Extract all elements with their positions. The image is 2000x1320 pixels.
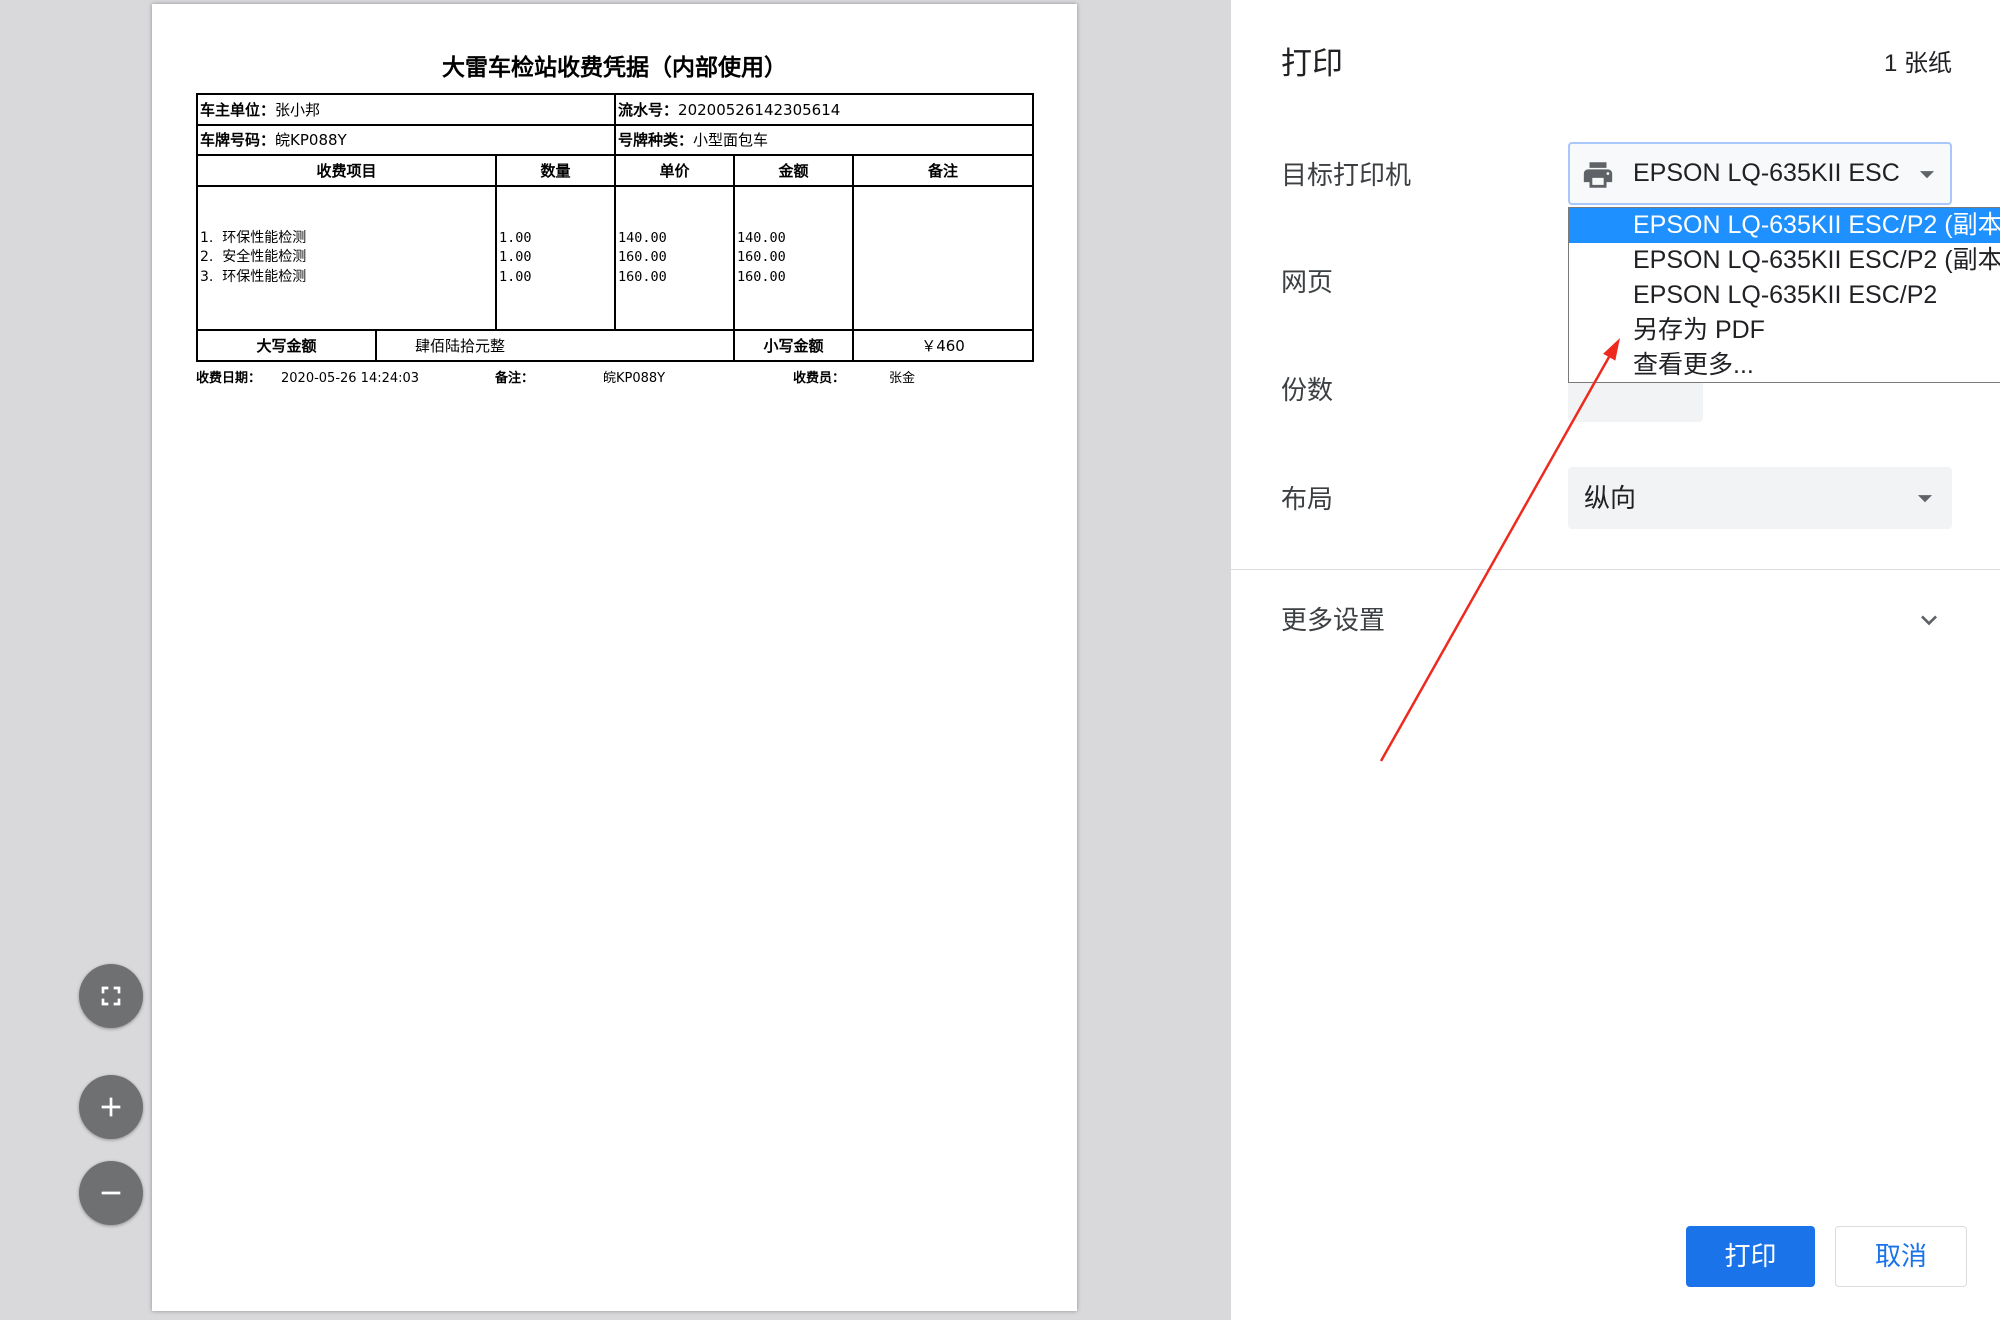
column-header: 数量: [494, 154, 617, 187]
zoom-out-button[interactable]: [79, 1161, 143, 1225]
zoom-in-button[interactable]: [79, 1075, 143, 1139]
print-button[interactable]: 打印: [1686, 1226, 1815, 1287]
column-header: 金额: [733, 154, 855, 187]
fit-to-page-button[interactable]: [79, 964, 143, 1028]
pages-label: 网页: [1281, 267, 1334, 297]
item-name: 3. 环保性能检测: [200, 268, 307, 285]
serial-value: 20200526142305614: [678, 100, 841, 119]
save-as-pdf-option[interactable]: 另存为 PDF: [1569, 313, 2000, 348]
destination-select[interactable]: EPSON LQ-635KII ESC: [1568, 142, 1952, 205]
plate-label: 车牌号码：: [200, 131, 276, 149]
destination-dropdown-list[interactable]: EPSON LQ-635KII ESC/P2 (副本 EPSON LQ-635K…: [1568, 207, 2000, 383]
serial-label: 流水号：: [618, 100, 679, 119]
item-amount: 160.00: [737, 268, 786, 285]
receipt-total-row: 大写金额 肆佰陆拾元整 小写金额 ￥460: [196, 329, 1035, 362]
chevron-down-icon[interactable]: [1913, 604, 1945, 636]
item-qty: 1.00: [499, 249, 532, 266]
footer-note-value: 皖KP088Y: [603, 371, 666, 386]
fit-to-page-icon: [101, 986, 121, 1006]
destination-option[interactable]: EPSON LQ-635KII ESC/P2: [1569, 278, 2000, 313]
layout-value: 纵向: [1584, 483, 1637, 513]
destination-label: 目标打印机: [1281, 160, 1412, 190]
total-upper-value: 肆佰陆拾元整: [374, 329, 736, 362]
sheet-count: 1 张纸: [1883, 50, 1952, 77]
column-header: 单价: [614, 154, 736, 187]
receipt-items-row: 1. 环保性能检测 2. 安全性能检测 3. 环保性能检测 1.00 1.00 …: [196, 185, 1035, 331]
owner-cell: 车主单位：张小邦: [195, 93, 617, 126]
plate-type-label: 号牌种类：: [618, 131, 694, 149]
dropdown-arrow-icon: [1919, 171, 1935, 179]
item-price: 140.00: [618, 229, 667, 246]
item-amount: 160.00: [737, 249, 786, 266]
item-amount: 140.00: [737, 229, 786, 246]
receipt-title: 大雷车检站收费凭据（内部使用）: [442, 55, 787, 81]
item-qty: 1.00: [499, 268, 532, 285]
receipt-header-row: 收费项目 数量 单价 金额 备注: [196, 154, 1035, 187]
footer-note-label: 备注：: [495, 371, 535, 386]
section-divider: [1231, 569, 2000, 570]
receipt-row-owner: 车主单位：张小邦 流水号：20200526142305614: [195, 93, 1035, 126]
items-note-cell: [852, 185, 1035, 331]
item-price: 160.00: [618, 249, 667, 266]
more-settings-toggle[interactable]: 更多设置: [1281, 604, 1385, 636]
owner-label: 车主单位：: [200, 100, 276, 119]
destination-value: EPSON LQ-635KII ESC: [1633, 159, 1900, 187]
see-more-option[interactable]: 查看更多...: [1569, 348, 2000, 382]
column-header: 收费项目: [196, 154, 497, 187]
item-name: 2. 安全性能检测: [200, 249, 307, 266]
zoom-in-icon: [101, 1097, 121, 1117]
layout-label: 布局: [1281, 484, 1334, 514]
print-preview-area[interactable]: 大雷车检站收费凭据（内部使用） 车主单位：张小邦 流水号：20200526142…: [0, 0, 1231, 1320]
cancel-button[interactable]: 取消: [1835, 1226, 1967, 1287]
print-settings-panel: 打印 1 张纸 目标打印机 EPSON LQ-635KII ESC 网页 份数 …: [1231, 0, 2000, 1320]
total-upper-label: 大写金额: [196, 329, 377, 362]
dropdown-arrow-icon: [1917, 495, 1933, 503]
preview-page: 大雷车检站收费凭据（内部使用） 车主单位：张小邦 流水号：20200526142…: [152, 4, 1077, 1311]
item-name: 1. 环保性能检测: [200, 229, 307, 246]
column-header: 备注: [852, 154, 1035, 187]
footer-date-value: 2020-05-26 14:24:03: [281, 371, 420, 386]
plate-value: 皖KP088Y: [275, 131, 347, 149]
footer-cashier-value: 张金: [889, 371, 916, 386]
item-price: 160.00: [618, 268, 667, 285]
destination-option[interactable]: EPSON LQ-635KII ESC/P2 (副本: [1569, 208, 2000, 243]
plate-cell: 车牌号码：皖KP088Y: [195, 124, 617, 156]
footer-cashier-label: 收费员：: [793, 371, 846, 386]
footer-date-label: 收费日期：: [196, 371, 262, 386]
zoom-out-icon: [101, 1191, 121, 1195]
receipt-table: 车主单位：张小邦 流水号：20200526142305614 车牌号码：皖KP0…: [195, 93, 1035, 362]
plate-type-cell: 号牌种类：小型面包车: [614, 124, 1035, 156]
items-qty-cell: 1.00 1.00 1.00: [494, 185, 617, 331]
serial-cell: 流水号：20200526142305614: [614, 93, 1035, 126]
items-amount-cell: 140.00 160.00 160.00: [733, 185, 855, 331]
items-name-cell: 1. 环保性能检测 2. 安全性能检测 3. 环保性能检测: [196, 185, 497, 331]
plate-type-value: 小型面包车: [693, 131, 769, 149]
items-price-cell: 140.00 160.00 160.00: [614, 185, 736, 331]
printer-icon: [1583, 162, 1613, 188]
destination-option[interactable]: EPSON LQ-635KII ESC/P2 (副本: [1569, 243, 2000, 278]
copies-label: 份数: [1281, 375, 1334, 405]
total-lower-value: ￥460: [852, 329, 1035, 362]
total-lower-label: 小写金额: [733, 329, 855, 362]
dialog-title: 打印: [1281, 46, 1343, 81]
item-qty: 1.00: [499, 229, 532, 246]
owner-value: 张小邦: [275, 100, 321, 119]
receipt-row-plate: 车牌号码：皖KP088Y 号牌种类：小型面包车: [195, 124, 1035, 156]
layout-select[interactable]: 纵向: [1568, 467, 1952, 529]
